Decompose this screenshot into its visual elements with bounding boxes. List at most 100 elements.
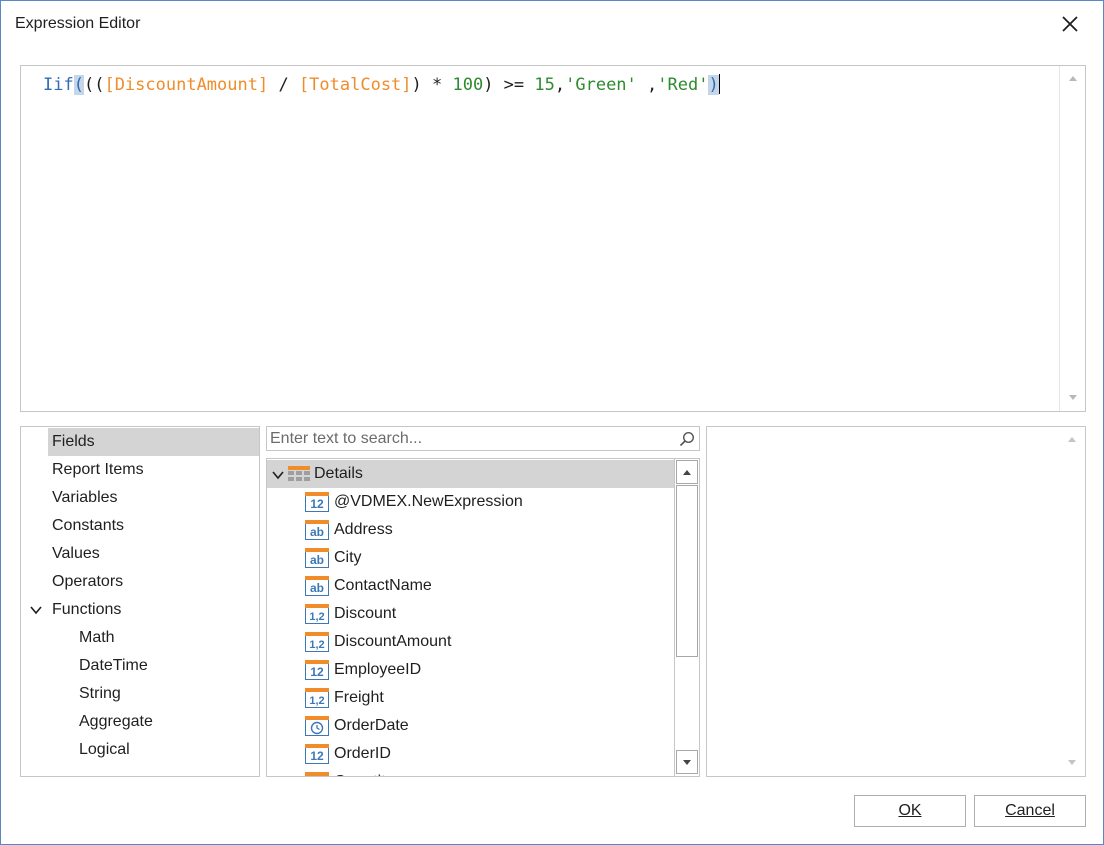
field-label: DiscountAmount [334,633,452,650]
field-item[interactable]: 1,2 Discount [303,600,673,628]
field-tree: Details 12 @VDMEX.NewExpression ab Address a… [266,458,700,777]
field-label: Freight [334,689,384,706]
category-item-operators[interactable]: Operators [52,568,123,596]
field-label: ContactName [334,577,432,594]
description-panel [706,426,1086,777]
expression-token: ) >= [483,75,535,95]
scroll-up-button[interactable] [1060,66,1086,90]
field-item[interactable]: 12 @VDMEX.NewExpression [303,488,673,516]
integer-icon: 12 [305,660,329,680]
svg-text:ab: ab [310,581,324,595]
field-item[interactable]: 1,2 DiscountAmount [303,628,673,656]
search-input[interactable] [270,428,670,449]
expression-scrollbar[interactable] [1059,66,1085,411]
field-item[interactable]: 12 EmployeeID [303,656,673,684]
chevron-up-icon [1069,76,1077,81]
integer-icon: 12 [305,744,329,764]
scroll-up-button[interactable] [676,460,698,484]
ok-button-label: OK [898,802,922,819]
expression-token: 'Green' [565,75,637,95]
expression-token: , [554,75,566,95]
scroll-down-button[interactable] [676,750,698,774]
expression-token: ) [708,75,719,95]
svg-text:1,2: 1,2 [309,695,324,707]
expression-token: 'Red' [657,75,709,95]
expression-token: ) * [411,75,453,95]
field-item[interactable]: 12 Quantity [303,768,673,776]
field-item[interactable]: ab City [303,544,673,572]
field-item[interactable]: ab Address [303,516,673,544]
field-label: Discount [334,605,397,622]
category-item-values[interactable]: Values [52,540,100,568]
search-box [266,426,700,451]
field-item[interactable]: 12 OrderID [303,740,673,768]
decimal-icon: 1,2 [305,604,329,624]
svg-text:1,2: 1,2 [309,611,324,623]
svg-text:ab: ab [310,525,324,539]
expression-token: [TotalCost] [298,75,412,95]
expression-token: Iif [43,75,74,95]
field-item[interactable]: OrderDate [303,712,673,740]
tree-node-label: Details [314,465,363,482]
category-item-string[interactable]: String [79,680,121,708]
tree-node-details[interactable]: Details [267,460,674,488]
expression-token: / [268,75,299,95]
expression-editor-dialog: Expression Editor Iif((([DiscountAmount]… [0,0,1104,845]
expression-token: , [636,75,658,95]
svg-text:12: 12 [310,497,324,511]
category-item-fields[interactable]: Fields [48,428,259,456]
scroll-up-button[interactable] [1059,427,1085,451]
field-item[interactable]: ab ContactName [303,572,673,600]
cancel-button[interactable]: Cancel [974,795,1086,827]
string-icon: ab [305,548,329,568]
field-label: Quantity [334,768,394,776]
scroll-down-button[interactable] [1060,386,1086,410]
expression-token: (( [83,75,105,95]
ok-button[interactable]: OK [854,795,966,827]
string-icon: ab [305,576,329,596]
string-icon: ab [305,520,329,540]
svg-text:12: 12 [310,665,324,679]
field-label: OrderID [334,745,391,762]
field-label: EmployeeID [334,661,422,678]
cancel-button-label: Cancel [1005,802,1055,819]
close-button[interactable] [1053,7,1087,41]
chevron-up-icon [1068,437,1076,442]
category-item-functions[interactable]: Functions [52,596,121,624]
title-bar: Expression Editor [1,1,1103,49]
field-label: City [334,549,362,566]
chevron-down-icon[interactable] [271,468,285,482]
chevron-down-icon [683,759,691,765]
category-list: Fields Report Items Variables Constants Valu… [20,426,260,777]
svg-text:1,2: 1,2 [309,639,324,651]
expression-editor[interactable]: Iif((([DiscountAmount] / [TotalCost]) * … [20,65,1086,412]
category-item-aggregate[interactable]: Aggregate [79,708,153,736]
scroll-thumb[interactable] [676,485,698,657]
category-item-datetime[interactable]: DateTime [79,652,148,680]
expression-token: [DiscountAmount] [104,75,269,95]
description-scrollbar[interactable] [1059,427,1085,776]
integer-icon: 12 [305,772,329,776]
field-label: OrderDate [334,717,409,734]
category-item-report-items[interactable]: Report Items [52,456,144,484]
chevron-down-icon[interactable] [29,603,43,617]
chevron-up-icon [683,469,691,475]
decimal-icon: 1,2 [305,632,329,652]
field-label: Address [334,521,393,538]
category-item-math[interactable]: Math [79,624,115,652]
svg-text:ab: ab [310,553,324,567]
search-icon[interactable] [679,431,695,447]
field-item[interactable]: 1,2 Freight [303,684,673,712]
category-item-constants[interactable]: Constants [52,512,124,540]
field-label: @VDMEX.NewExpression [334,493,523,510]
close-icon [1062,16,1078,32]
expression-text[interactable]: Iif((([DiscountAmount] / [TotalCost]) * … [43,74,720,96]
chevron-down-icon [1069,395,1077,400]
text-caret [718,74,720,94]
tree-scrollbar[interactable] [674,459,699,776]
category-item-variables[interactable]: Variables [52,484,118,512]
table-icon [288,466,310,481]
scroll-down-button[interactable] [1059,751,1085,775]
category-item-logical[interactable]: Logical [79,736,130,764]
chevron-down-icon [1068,760,1076,765]
